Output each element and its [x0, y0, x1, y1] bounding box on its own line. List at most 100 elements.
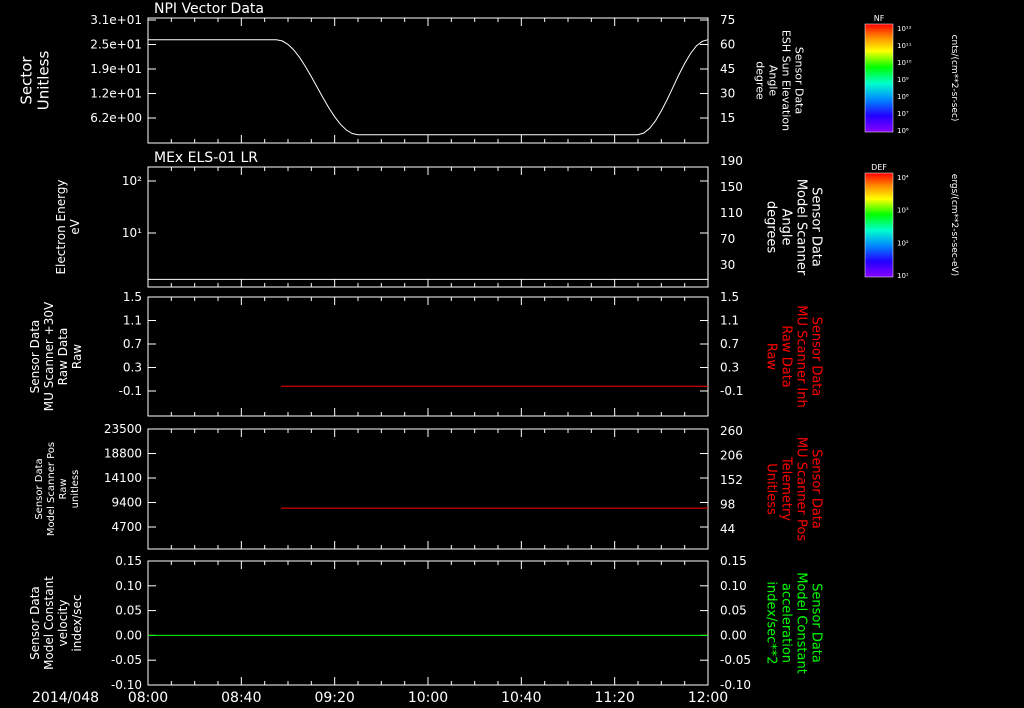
panel-title: NPI Vector Data — [154, 1, 264, 17]
y-axis-label: Sensor Data — [28, 586, 42, 660]
panel-frame — [147, 166, 709, 288]
y-tick-label: 1.1 — [123, 314, 142, 328]
right-tick-label: 0.05 — [720, 604, 747, 618]
y-axis-label: eV — [68, 218, 82, 234]
right-axis-label: MU Scanner Pos — [794, 437, 809, 542]
y-tick-label: 0.15 — [115, 554, 142, 568]
right-axis-label: Telemetry — [779, 456, 794, 521]
y-axis-label: Model Scanner Pos — [46, 442, 57, 536]
right-tick-label: 60 — [720, 38, 735, 52]
colorbar-tick-label: 10⁸ — [897, 93, 909, 101]
y-axis-label: Raw — [58, 478, 69, 499]
colorbar — [864, 172, 894, 278]
time-tick-label: 12:00 — [688, 690, 728, 706]
time-tick-label: 11:20 — [594, 690, 634, 706]
y-axis-label: Sensor Data — [28, 320, 42, 394]
right-axis-label: Sensor Data — [809, 317, 824, 397]
time-tick-label: 10:00 — [408, 690, 448, 706]
time-tick-label: 08:00 — [128, 690, 168, 706]
y-tick-label: 10¹ — [122, 226, 142, 240]
right-tick-label: 1.1 — [720, 314, 739, 328]
multi-panel-plot: 3.1e+01 2.5e+01 1.9e+01 1.2e+01 6.2e+00 75 60 4… — [18, 1, 960, 706]
right-tick-label: 98 — [720, 498, 735, 512]
y-tick-label: 23500 — [104, 422, 142, 436]
y-axis-label: Unitless — [35, 51, 53, 111]
time-tick-label: 09:20 — [314, 690, 354, 706]
right-axis-label: Sensor Data — [809, 583, 824, 663]
colorbar-tick-label: 10⁷ — [897, 110, 909, 118]
right-axis-label: degrees — [764, 201, 779, 254]
right-tick-label: 0.3 — [720, 361, 739, 375]
right-tick-label: 30 — [720, 258, 735, 272]
time-tick-label: 08:40 — [221, 690, 261, 706]
right-tick-label: -0.05 — [720, 653, 751, 667]
colorbar-tick-label: 10³ — [897, 207, 909, 215]
y-axis-label: index/sec — [70, 594, 84, 651]
colorbar-tick-label: 10⁶ — [897, 127, 909, 135]
right-tick-label: 15 — [720, 111, 735, 125]
right-tick-label: 44 — [720, 522, 735, 536]
right-tick-label: 45 — [720, 62, 735, 76]
y-tick-label: -0.1 — [119, 384, 142, 398]
right-tick-label: 75 — [720, 13, 735, 27]
right-axis-label: Sensor Data — [809, 449, 824, 529]
right-tick-label: -0.1 — [720, 384, 743, 398]
date-label: 2014/048 — [32, 690, 99, 706]
colorbar-tick-label: 10⁴ — [897, 174, 909, 182]
right-axis-label: Angle — [779, 209, 794, 246]
colorbar-tick-label: 10¹¹ — [897, 42, 912, 50]
right-tick-label: 152 — [720, 473, 743, 487]
colorbar-tick-label: 10¹ — [897, 272, 909, 280]
colorbar-title: NF — [874, 14, 885, 23]
y-axis-label: Raw Data — [56, 328, 70, 386]
y-axis-label: Sensor Data — [34, 458, 45, 519]
colorbar-tick-label: 10² — [897, 239, 909, 247]
y-tick-label: 1.9e+01 — [90, 62, 142, 76]
y-tick-label: 14100 — [104, 471, 142, 485]
right-axis-label: Angle — [767, 65, 780, 97]
right-tick-label: 190 — [720, 154, 743, 168]
axes-layer — [147, 17, 709, 686]
right-tick-label: 30 — [720, 87, 735, 101]
right-axis-label: acceleration — [779, 583, 794, 663]
y-axis-label: velocity — [56, 600, 70, 647]
y-tick-label: 3.1e+01 — [90, 13, 142, 27]
right-tick-label: 110 — [720, 206, 743, 220]
y-tick-label: 10² — [122, 174, 142, 188]
colorbar-tick-label: 10¹² — [897, 25, 912, 33]
y-axis-label: MU Scanner +30V — [42, 301, 56, 411]
y-axis-label: Model Constant — [42, 576, 56, 670]
right-tick-label: 206 — [720, 449, 743, 463]
text-layer: 3.1e+01 2.5e+01 1.9e+01 1.2e+01 6.2e+00 75 60 4… — [18, 1, 824, 706]
y-tick-label: 0.00 — [115, 628, 142, 642]
y-tick-label: 6.2e+00 — [90, 111, 142, 125]
colorbar-tick-label: 10¹⁰ — [897, 59, 912, 67]
panel-title: MEx ELS-01 LR — [154, 150, 258, 166]
y-tick-label: 0.3 — [123, 361, 142, 375]
right-axis-label: index/sec**2 — [764, 581, 779, 664]
panel-frame — [147, 428, 709, 550]
y-axis-label: Sector — [18, 56, 36, 105]
colorbar-title: DEF — [871, 163, 887, 172]
right-axis-label: Raw — [764, 343, 779, 371]
right-axis-label: ESH Sun Elevation — [780, 30, 793, 131]
y-tick-label: 18800 — [104, 447, 142, 461]
colorbar-unit: ergs/(cm**2-sr-sec-eV) — [949, 174, 959, 276]
series-line — [148, 39, 709, 136]
panel-frame — [147, 17, 709, 144]
colorbar-unit: cnts/(cm**2-sr-sec) — [949, 35, 959, 122]
right-tick-label: 150 — [720, 180, 743, 194]
panel-frame — [147, 560, 709, 686]
right-tick-label: 1.5 — [720, 290, 739, 304]
right-axis-label: Raw Data — [779, 325, 794, 388]
y-tick-label: 9400 — [111, 496, 142, 510]
right-tick-label: 70 — [720, 232, 735, 246]
right-axis-label: Unitless — [764, 463, 779, 515]
y-tick-label: 1.2e+01 — [90, 87, 142, 101]
right-tick-label: 0.00 — [720, 628, 747, 642]
y-axis-label: Electron Energy — [54, 179, 68, 274]
time-tick-label: 10:40 — [501, 690, 541, 706]
colorbar-tick-label: 10⁹ — [897, 76, 909, 84]
y-tick-label: 2.5e+01 — [90, 38, 142, 52]
right-tick-label: 0.15 — [720, 554, 747, 568]
